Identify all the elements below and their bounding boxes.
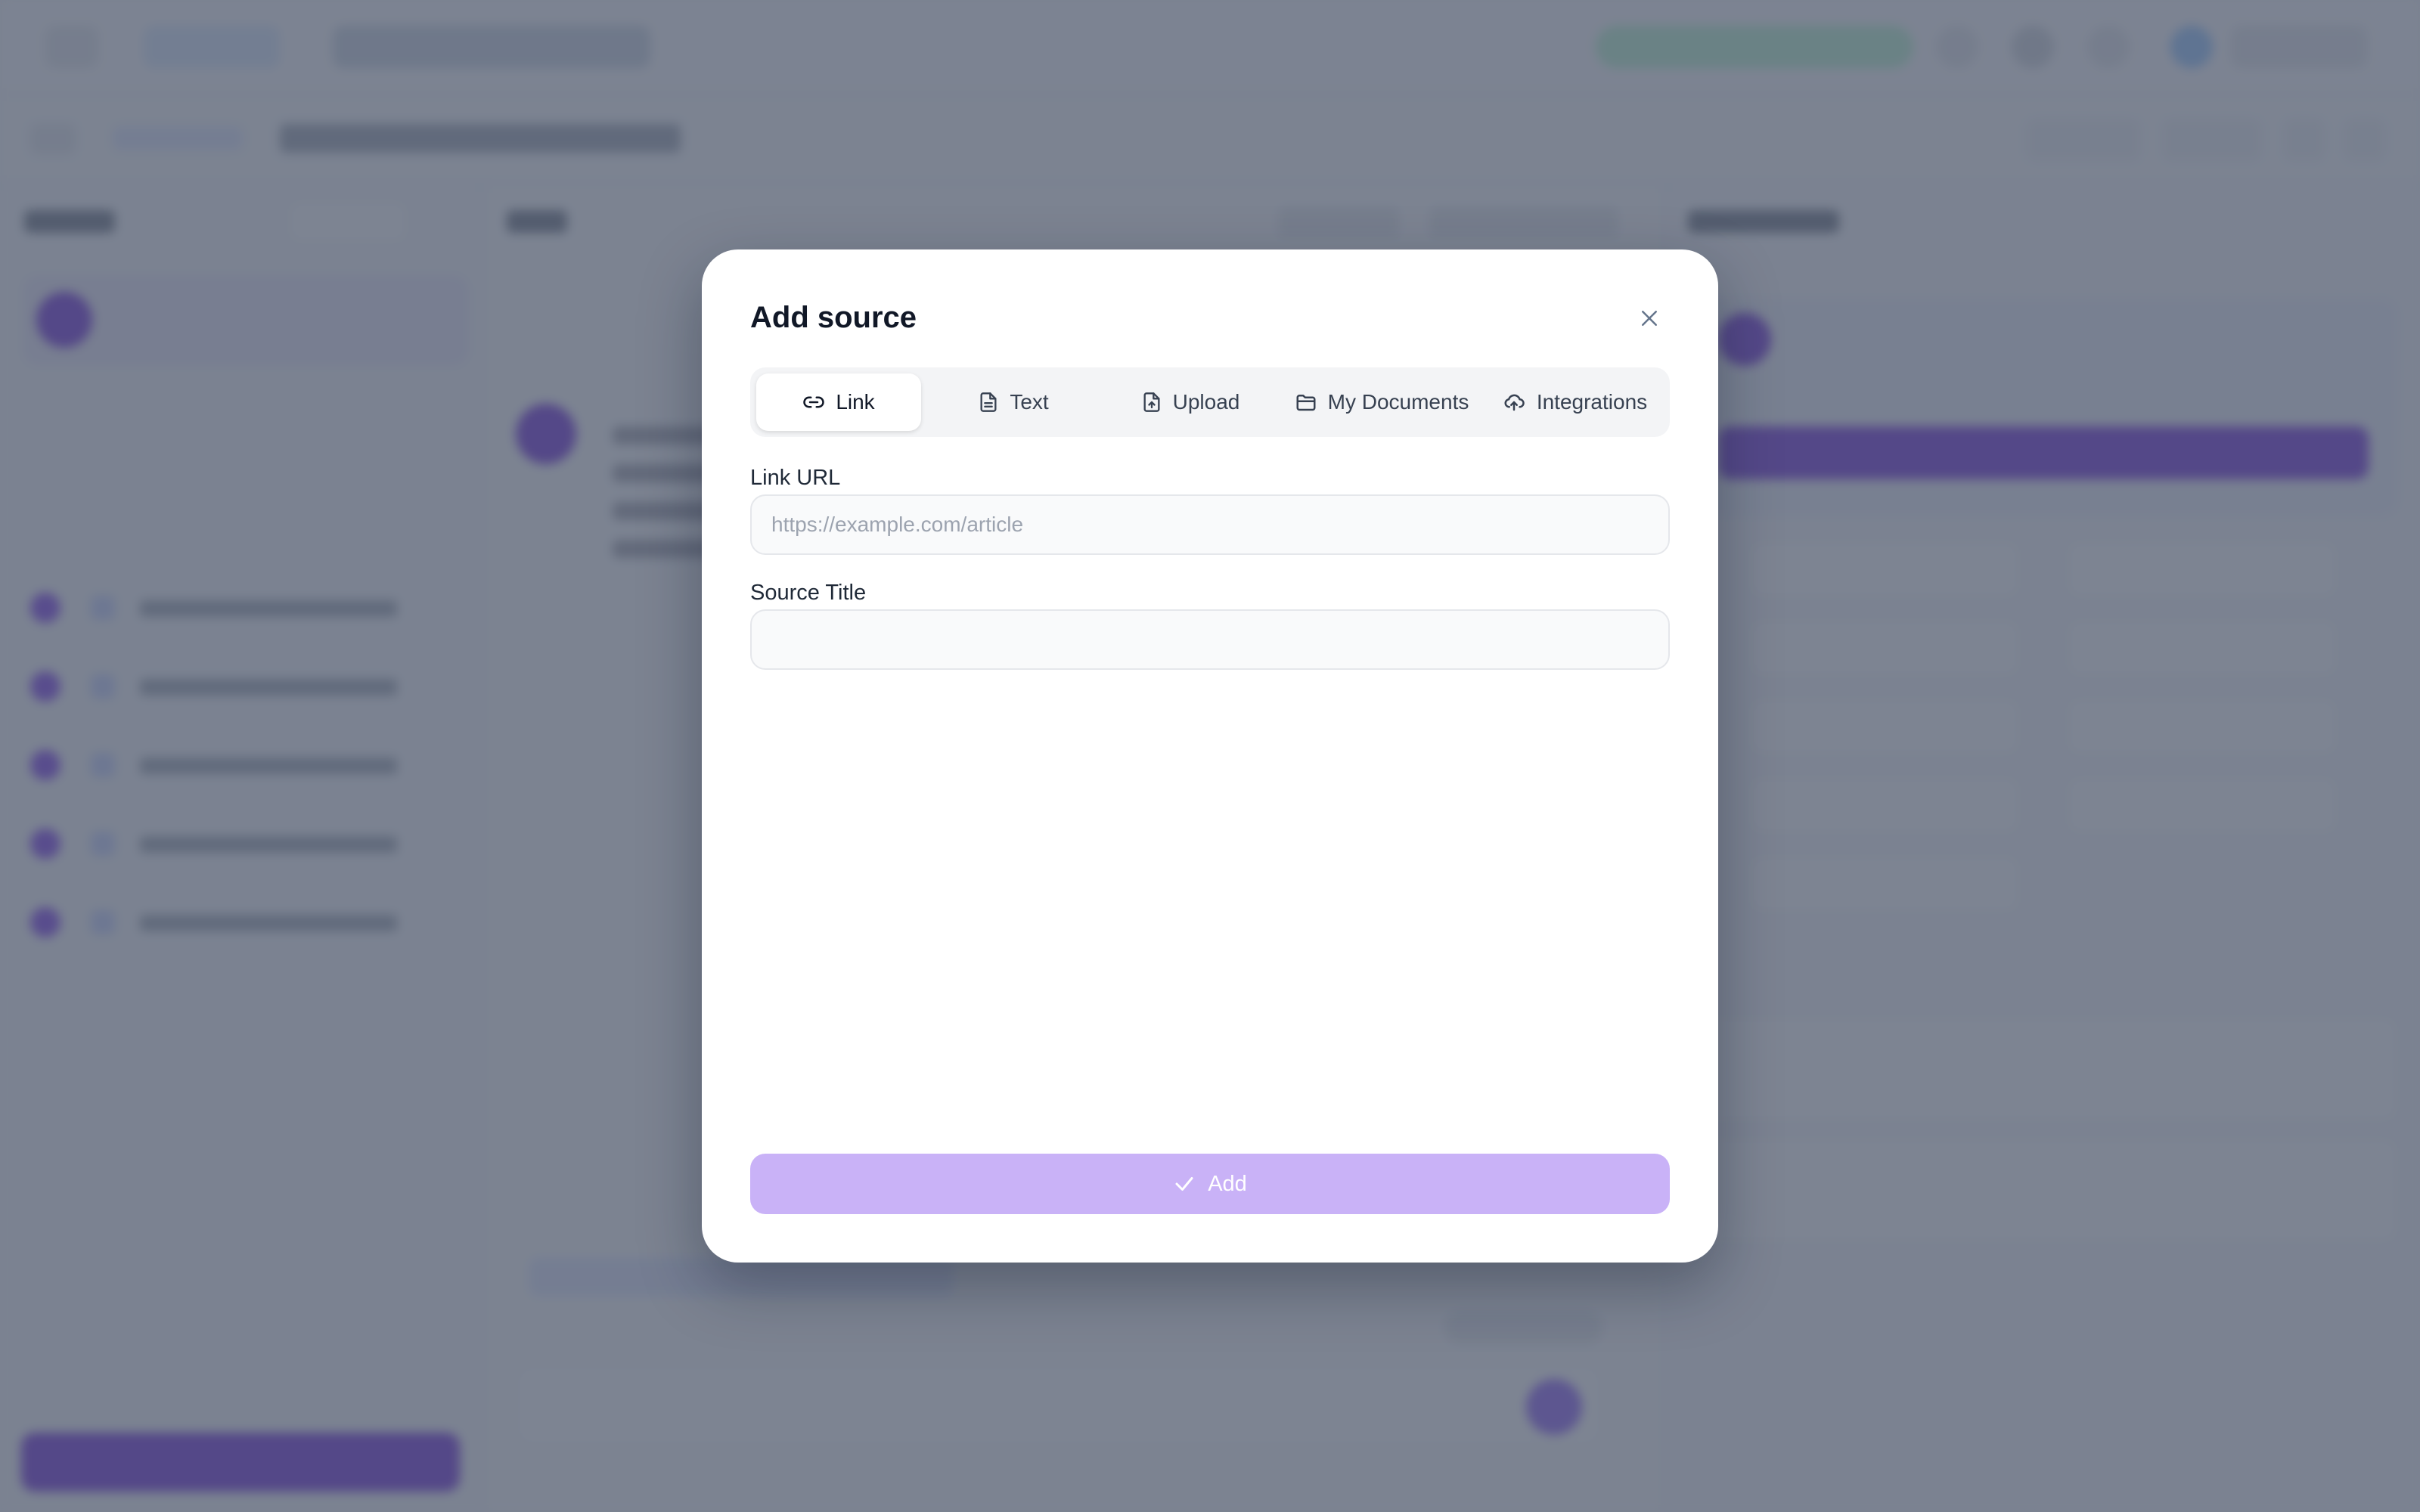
link-url-label: Link URL	[750, 466, 841, 490]
tab-label: My Documents	[1327, 390, 1469, 414]
check-icon	[1175, 1177, 1193, 1191]
tab-label: Text	[1010, 390, 1049, 414]
add-button[interactable]: Add	[750, 1154, 1670, 1214]
source-type-tabs: Link Text Upload My Documents Integratio…	[750, 367, 1670, 437]
source-title-label: Source Title	[750, 581, 867, 605]
upload-file-icon	[1143, 392, 1160, 412]
tab-my-documents[interactable]: My Documents	[1284, 373, 1479, 431]
close-icon	[1642, 311, 1657, 326]
document-icon	[980, 392, 997, 412]
cloud-upload-icon	[1504, 394, 1525, 411]
tab-label: Upload	[1172, 390, 1240, 414]
add-button-label: Add	[1208, 1171, 1247, 1196]
link-url-input[interactable]	[750, 494, 1670, 555]
tab-label: Integrations	[1536, 390, 1648, 414]
tab-label: Link	[836, 390, 875, 414]
dialog-title: Add source	[750, 301, 917, 334]
tab-link[interactable]: Link	[756, 373, 921, 431]
link-icon	[803, 396, 825, 408]
tab-integrations[interactable]: Integrations	[1485, 373, 1664, 431]
add-source-dialog: Add source Link Text Upload My Documents…	[702, 249, 1718, 1263]
folder-icon	[1296, 395, 1316, 411]
tab-text[interactable]: Text	[930, 373, 1097, 431]
source-title-input[interactable]	[750, 609, 1670, 670]
close-button[interactable]	[1629, 298, 1670, 339]
tab-upload[interactable]: Upload	[1103, 373, 1278, 431]
